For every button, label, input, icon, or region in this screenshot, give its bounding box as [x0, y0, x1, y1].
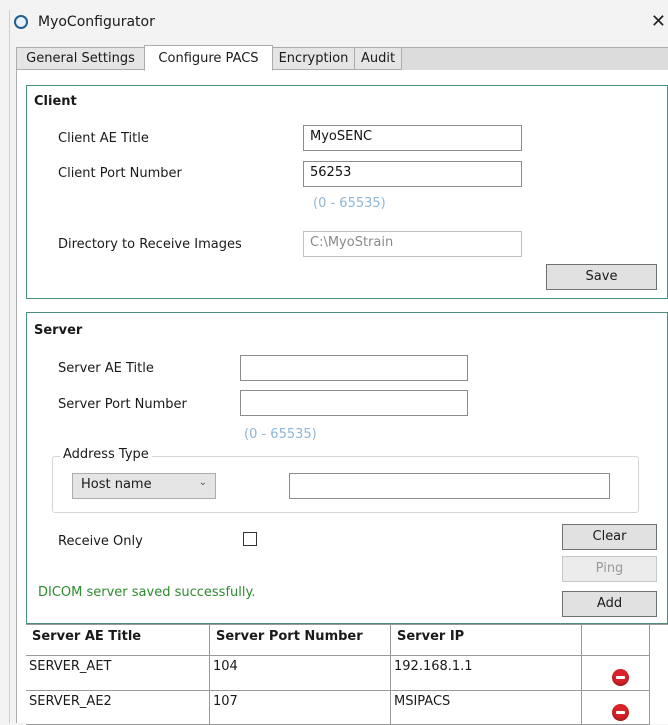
server-table: Server AE Title Server Port Number Serve… [26, 624, 668, 725]
server-port-input[interactable] [240, 390, 468, 416]
address-input[interactable] [289, 473, 610, 499]
table-cell-actions [582, 656, 650, 691]
delete-circle-icon[interactable] [612, 704, 629, 721]
status-message: DICOM server saved successfully. [38, 585, 256, 600]
receive-only-checkbox[interactable] [243, 532, 257, 546]
table-cell-ip[interactable]: MSIPACS [391, 691, 582, 725]
tab-strip-filler [402, 47, 668, 70]
tab-audit[interactable]: Audit [354, 47, 402, 70]
table-cell-ip[interactable]: 192.168.1.1 [391, 656, 582, 691]
title-bar: MyoConfigurator ✕ [10, 10, 668, 38]
server-ae-title-label: Server AE Title [58, 361, 154, 376]
receive-directory-input[interactable]: C:\MyoStrain [303, 231, 522, 257]
clear-button[interactable]: Clear [562, 524, 657, 550]
client-port-label: Client Port Number [58, 166, 182, 181]
column-header-port[interactable]: Server Port Number [210, 625, 391, 656]
close-icon[interactable]: ✕ [651, 11, 666, 32]
add-button[interactable]: Add [562, 591, 657, 617]
window-title: MyoConfigurator [38, 14, 155, 30]
server-heading: Server [34, 323, 83, 338]
receive-only-label: Receive Only [58, 534, 143, 549]
address-type-dropdown[interactable]: Host name ⌄ [72, 473, 216, 499]
client-port-input[interactable]: 56253 [303, 161, 522, 187]
server-port-range-hint: (0 - 65535) [244, 427, 317, 442]
client-heading: Client [34, 94, 77, 109]
client-ae-title-label: Client AE Title [58, 131, 149, 146]
delete-circle-icon[interactable] [612, 669, 629, 686]
client-port-range-hint: (0 - 65535) [313, 196, 386, 211]
server-ae-title-input[interactable] [240, 355, 468, 381]
column-header-ip[interactable]: Server IP [391, 625, 582, 656]
table-cell-port[interactable]: 107 [210, 691, 391, 725]
column-header-actions [582, 625, 650, 656]
address-type-selected: Host name [81, 477, 152, 492]
table-cell-ae-title[interactable]: SERVER_AE2 [26, 691, 210, 725]
column-header-ae-title[interactable]: Server AE Title [26, 625, 210, 656]
table-cell-port[interactable]: 104 [210, 656, 391, 691]
save-button[interactable]: Save [546, 264, 657, 290]
chevron-down-icon: ⌄ [198, 477, 207, 488]
tab-encryption[interactable]: Encryption [272, 47, 355, 70]
address-type-legend: Address Type [60, 447, 152, 462]
tab-general-settings[interactable]: General Settings [16, 47, 145, 70]
table-cell-ae-title[interactable]: SERVER_AET [26, 656, 210, 691]
client-ae-title-input[interactable]: MyoSENC [303, 125, 522, 151]
ping-button[interactable]: Ping [562, 556, 657, 582]
table-cell-actions [582, 691, 650, 725]
app-logo-icon [14, 15, 28, 29]
window-left-edge [9, 10, 10, 723]
receive-directory-label: Directory to Receive Images [58, 237, 242, 252]
tab-configure-pacs[interactable]: Configure PACS [144, 45, 273, 71]
server-port-label: Server Port Number [58, 397, 187, 412]
